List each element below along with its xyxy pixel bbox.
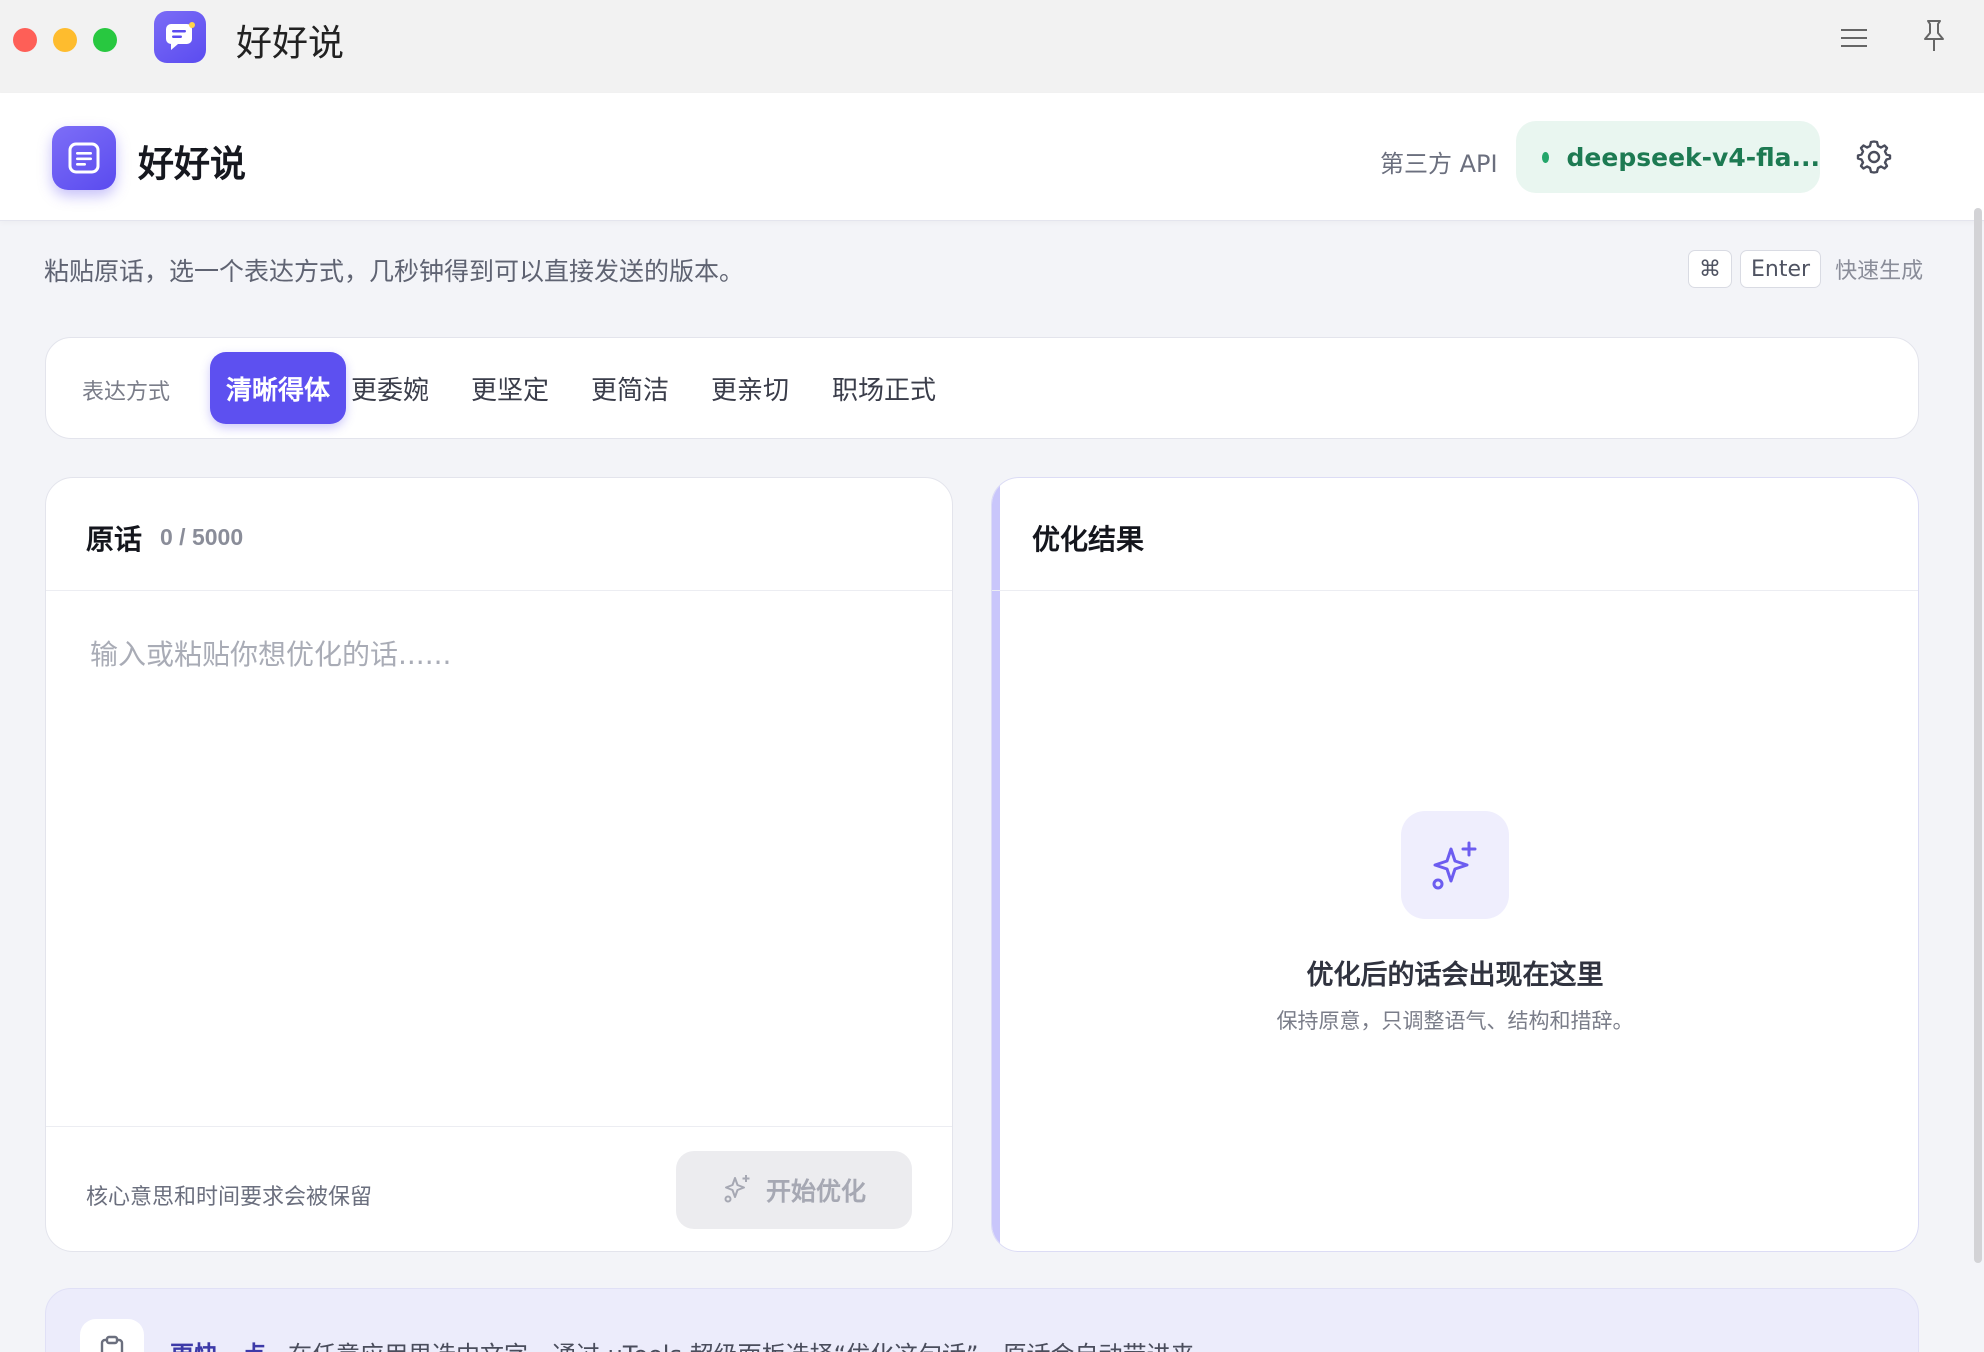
result-panel-title: 优化结果 xyxy=(1032,523,1145,556)
tip-text: 更快一点 在任意应用里选中文字，通过 uTools 超级面板选择“优化这句话”，原… xyxy=(170,1335,1218,1352)
source-text-input[interactable] xyxy=(46,591,952,1126)
result-panel-header: 优化结果 xyxy=(992,478,1918,591)
shortcut-hint: ⌘ Enter 快速生成 xyxy=(1688,250,1923,288)
source-panel-footer: 核心意思和时间要求会被保留 开始优化 xyxy=(46,1126,952,1251)
window-titlebar: 好好说 xyxy=(0,0,1984,93)
gear-icon[interactable] xyxy=(1856,139,1892,175)
source-panel-title: 原话 xyxy=(86,523,143,556)
maximize-window-button[interactable] xyxy=(93,28,117,52)
model-name: deepseek-v4-fla... xyxy=(1566,142,1820,172)
command-key: ⌘ xyxy=(1688,250,1732,288)
character-count: 0 / 5000 xyxy=(160,524,244,550)
window-title: 好好说 xyxy=(236,23,345,64)
tab-more-concise[interactable]: 更简洁 xyxy=(570,352,690,424)
empty-state-description: 保持原意，只调整语气、结构和措辞。 xyxy=(1276,1009,1634,1033)
enter-key: Enter xyxy=(1740,250,1822,288)
pin-icon[interactable] xyxy=(1918,18,1950,54)
sparkle-icon xyxy=(722,1172,754,1209)
style-selector: 表达方式 清晰得体 更委婉 更坚定 更简洁 更亲切 职场正式 xyxy=(45,337,1919,439)
tab-workplace-formal[interactable]: 职场正式 xyxy=(810,352,958,424)
tab-clear-polite[interactable]: 清晰得体 xyxy=(210,352,346,424)
start-optimize-button[interactable]: 开始优化 xyxy=(676,1151,912,1229)
menu-icon[interactable] xyxy=(1838,22,1870,54)
tip-title: 更快一点 xyxy=(170,1341,266,1352)
app-name: 好好说 xyxy=(138,144,247,185)
tip-body: 在任意应用里选中文字，通过 uTools 超级面板选择“优化这句话”，原话会自动… xyxy=(288,1341,1218,1352)
minimize-window-button[interactable] xyxy=(53,28,77,52)
source-panel-header: 原话 0 / 5000 xyxy=(46,478,952,591)
start-optimize-label: 开始优化 xyxy=(765,1177,866,1206)
model-status-dot xyxy=(1542,151,1549,163)
result-accent-bar xyxy=(992,478,1000,1251)
result-panel: 优化结果 优化后的话会出现在这里 保持原意，只调整语气、结构和措辞。 xyxy=(991,477,1919,1252)
page-subtitle: 粘贴原话，选一个表达方式，几秒钟得到可以直接发送的版本。 xyxy=(44,257,745,286)
source-panel: 原话 0 / 5000 核心意思和时间要求会被保留 开始优化 xyxy=(45,477,953,1252)
tab-more-firm[interactable]: 更坚定 xyxy=(450,352,570,424)
close-window-button[interactable] xyxy=(13,28,37,52)
app-header: 好好说 第三方 API deepseek-v4-fla... xyxy=(0,93,1984,221)
preserve-note: 核心意思和时间要求会被保留 xyxy=(86,1185,373,1210)
model-selector[interactable]: deepseek-v4-fla... xyxy=(1516,121,1820,193)
tab-more-tactful[interactable]: 更委婉 xyxy=(330,352,450,424)
style-label: 表达方式 xyxy=(82,380,171,405)
tab-more-friendly[interactable]: 更亲切 xyxy=(690,352,810,424)
clipboard-icon xyxy=(80,1319,144,1352)
shortcut-label: 快速生成 xyxy=(1835,259,1924,284)
app-logo-icon xyxy=(52,126,116,190)
tip-banner: 更快一点 在任意应用里选中文字，通过 uTools 超级面板选择“优化这句话”，原… xyxy=(45,1288,1919,1352)
provider-label: 第三方 API xyxy=(1380,150,1498,178)
empty-state-title: 优化后的话会出现在这里 xyxy=(1306,960,1604,991)
sparkle-icon xyxy=(1401,811,1509,919)
chat-bubble-icon xyxy=(154,11,206,63)
scrollbar[interactable] xyxy=(1974,208,1982,1263)
